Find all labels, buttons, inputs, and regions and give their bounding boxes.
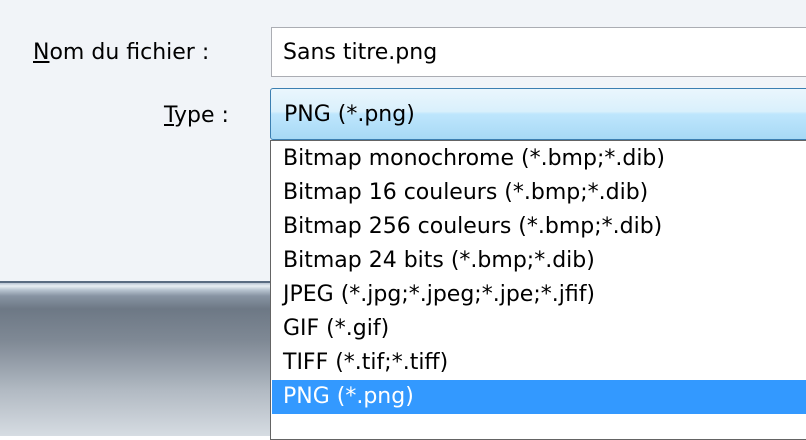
type-dropdown-list: Bitmap monochrome (*.bmp;*.dib) Bitmap 16… bbox=[270, 140, 806, 440]
type-label: Type : bbox=[164, 105, 229, 127]
type-option[interactable]: Bitmap 24 bits (*.bmp;*.dib) bbox=[272, 244, 806, 278]
type-option[interactable]: GIF (*.gif) bbox=[272, 312, 806, 346]
type-option[interactable]: Bitmap 16 couleurs (*.bmp;*.dib) bbox=[272, 176, 806, 210]
filename-label-rest: om du fichier : bbox=[49, 40, 210, 65]
type-option[interactable]: JPEG (*.jpg;*.jpeg;*.jpe;*.jfif) bbox=[272, 278, 806, 312]
type-option[interactable]: TIFF (*.tif;*.tiff) bbox=[272, 346, 806, 380]
type-option[interactable]: Bitmap monochrome (*.bmp;*.dib) bbox=[272, 142, 806, 176]
dialog-bottom-panel bbox=[0, 281, 280, 436]
type-select[interactable]: PNG (*.png) bbox=[270, 88, 806, 140]
filename-label-accesskey: N bbox=[33, 40, 50, 65]
filename-label: Nom du fichier : bbox=[33, 42, 209, 64]
filename-field[interactable] bbox=[271, 27, 806, 77]
panel-divider bbox=[0, 281, 280, 283]
type-select-value: PNG (*.png) bbox=[284, 102, 415, 127]
save-dialog: Nom du fichier : Type : PNG (*.png) Bitm… bbox=[0, 0, 806, 440]
filename-input[interactable] bbox=[283, 28, 783, 76]
type-label-rest: ype : bbox=[174, 103, 229, 128]
type-option[interactable]: Bitmap 256 couleurs (*.bmp;*.dib) bbox=[272, 210, 806, 244]
type-label-accesskey: T bbox=[164, 103, 175, 128]
type-option[interactable]: PNG (*.png) bbox=[272, 380, 806, 414]
